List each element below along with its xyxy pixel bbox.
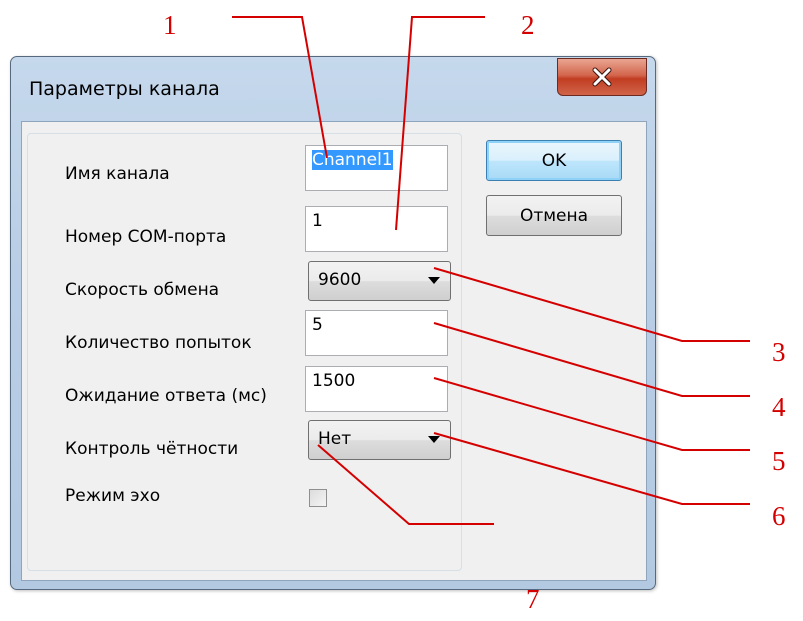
baud-rate-select[interactable]: 9600: [308, 261, 451, 301]
cancel-button-label: Отмена: [519, 205, 589, 226]
baud-rate-value: 9600: [318, 270, 362, 290]
parity-label: Контроль чётности: [65, 439, 239, 459]
dialog-title: Параметры канала: [29, 78, 220, 100]
callout-number-6: 6: [772, 501, 786, 531]
echo-mode-checkbox[interactable]: [309, 489, 327, 507]
channel-name-value: Channel1: [312, 150, 393, 170]
attempts-value: 5: [312, 315, 323, 335]
callout-number-4: 4: [772, 392, 786, 422]
close-icon: [592, 67, 612, 87]
baud-rate-label: Скорость обмена: [65, 280, 220, 300]
com-port-value: 1: [312, 211, 323, 231]
callout-number-2: 2: [521, 10, 535, 40]
dialog-window: Параметры канала Имя канала Channel1 Ном…: [10, 56, 656, 590]
com-port-label: Номер COM-порта: [65, 227, 227, 247]
title-bar[interactable]: Параметры канала: [11, 57, 655, 119]
ok-button[interactable]: OK: [486, 140, 622, 181]
chevron-down-icon: [428, 436, 440, 443]
chevron-down-icon: [428, 277, 440, 284]
callout-number-3: 3: [772, 337, 786, 367]
ok-button-label: OK: [541, 150, 567, 171]
timeout-label: Ожидание ответа (мс): [65, 386, 267, 406]
com-port-input[interactable]: 1: [305, 206, 448, 252]
timeout-value: 1500: [312, 371, 356, 391]
timeout-input[interactable]: 1500: [305, 366, 448, 412]
dialog-client-area: Имя канала Channel1 Номер COM-порта 1 Ск…: [21, 121, 647, 581]
callout-number-1: 1: [163, 10, 177, 40]
callout-number-7: 7: [526, 584, 540, 614]
close-button[interactable]: [557, 58, 647, 96]
channel-name-input[interactable]: Channel1: [305, 145, 448, 191]
parity-select[interactable]: Нет: [308, 420, 451, 460]
channel-name-label: Имя канала: [65, 164, 170, 184]
callout-number-5: 5: [772, 446, 786, 476]
parity-value: Нет: [318, 429, 352, 449]
attempts-input[interactable]: 5: [305, 310, 448, 356]
cancel-button[interactable]: Отмена: [486, 195, 622, 236]
attempts-label: Количество попыток: [65, 333, 252, 353]
echo-mode-label: Режим эхо: [65, 486, 161, 506]
